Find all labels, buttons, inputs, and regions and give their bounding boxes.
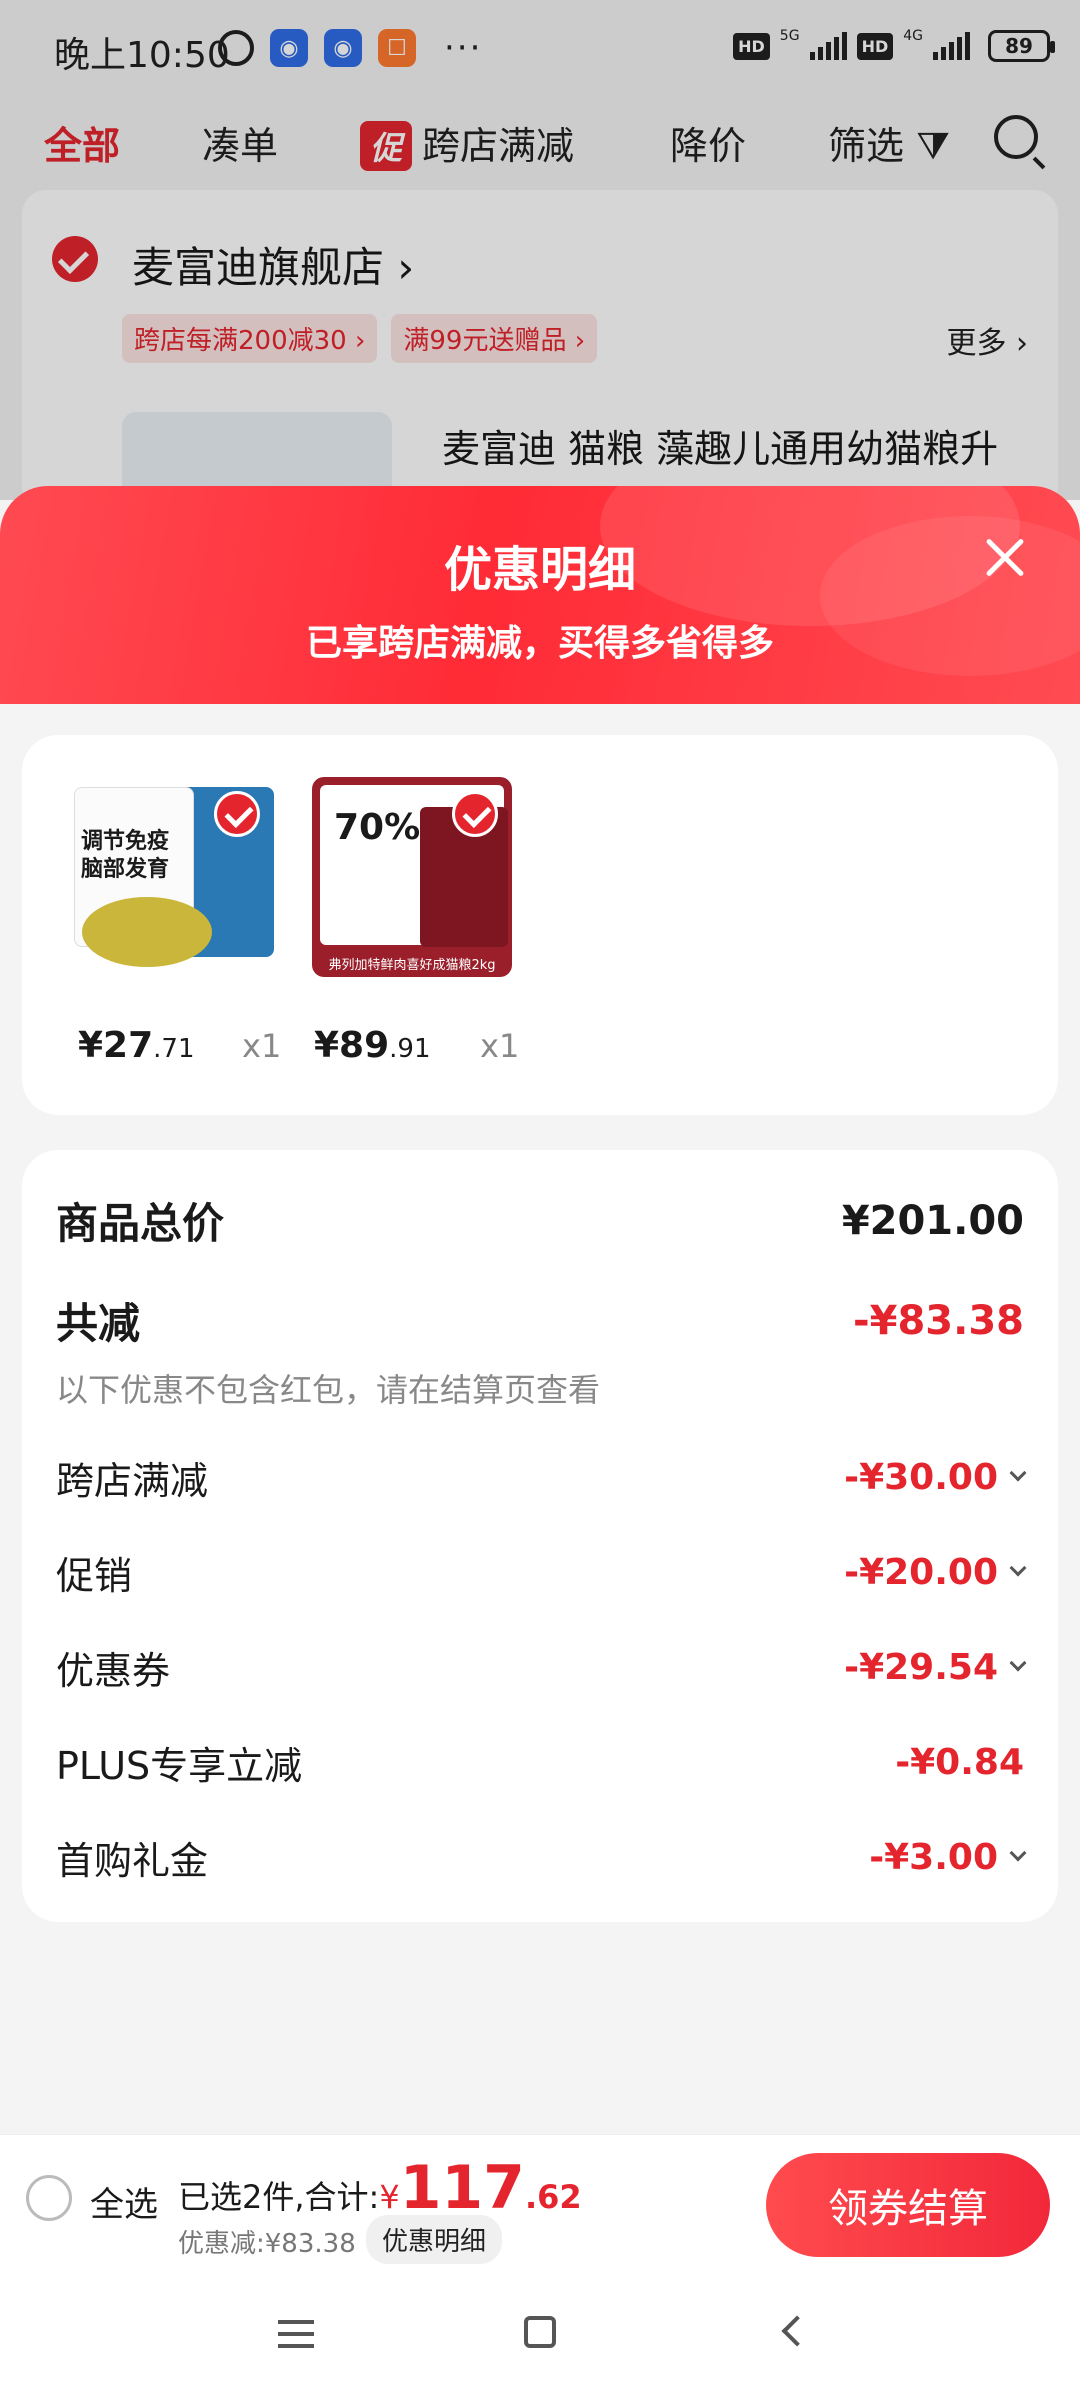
discount-summary: 优惠减:¥83.38 — [178, 2229, 356, 2259]
discount-sheet-header: 优惠明细 已享跨店满减，买得多省得多 — [0, 486, 1080, 706]
discount-item-label: 首购礼金 — [56, 1839, 209, 1883]
discount-item-label: 促销 — [56, 1554, 133, 1598]
selected-products-card: 调节免疫 脑部发育 ¥27.71 x1 70% 弗列加特鲜肉喜好成猫粮2kg ¥8… — [22, 735, 1058, 1115]
product-price: ¥89.91 — [314, 1025, 431, 1066]
total-discount-row: 共减 -¥83.38 — [56, 1290, 1024, 1351]
discount-item-row: PLUS专享立减 -¥0.84 — [56, 1735, 1024, 1790]
discount-detail-button[interactable]: 优惠明细 — [366, 2215, 503, 2264]
selected-total: 已选2件,合计:¥117.62 — [178, 2153, 582, 2223]
chevron-down-icon — [1009, 1464, 1027, 1481]
discount-item-row[interactable]: 跨店满减 -¥30.00 — [56, 1450, 1027, 1505]
total-discount-value: -¥83.38 — [853, 1297, 1024, 1344]
total-price-row: 商品总价 ¥201.00 — [56, 1190, 1024, 1251]
product-price: ¥27.71 — [78, 1025, 195, 1066]
total-discount-label: 共减 — [56, 1299, 141, 1348]
selected-check-icon — [452, 791, 498, 837]
discount-item-value: -¥29.54 — [844, 1647, 1027, 1688]
discount-item-value: -¥0.84 — [895, 1742, 1024, 1783]
chevron-down-icon — [1009, 1844, 1027, 1861]
product-image-caption: 弗列加特鲜肉喜好成猫粮2kg — [328, 958, 496, 973]
select-all-checkbox[interactable] — [26, 2175, 72, 2221]
discount-item-value: -¥20.00 — [844, 1552, 1027, 1593]
discount-item-value: -¥30.00 — [844, 1457, 1027, 1498]
selected-check-icon — [214, 791, 260, 837]
total-price-value: ¥201.00 — [841, 1197, 1024, 1244]
checkout-bar: 全选 已选2件,合计:¥117.62 优惠减:¥83.38 优惠明细 领券结算 — [0, 2134, 1080, 2272]
discount-item-label: 优惠券 — [56, 1649, 171, 1693]
product-image-text: 70% — [334, 807, 421, 848]
price-summary-card: 商品总价 ¥201.00 共减 -¥83.38 以下优惠不包含红包，请在结算页查… — [22, 1150, 1058, 1922]
discount-note: 以下优惠不包含红包，请在结算页查看 — [56, 1371, 601, 1409]
chevron-down-icon — [1009, 1559, 1027, 1576]
product-image-catfood-adult[interactable]: 70% 弗列加特鲜肉喜好成猫粮2kg — [312, 777, 512, 977]
chevron-down-icon — [1009, 1654, 1027, 1671]
sheet-title: 优惠明细 — [443, 542, 636, 598]
overlay-mask[interactable] — [0, 0, 1080, 500]
menu-icon[interactable] — [278, 2320, 314, 2348]
product-quantity: x1 — [480, 1027, 520, 1065]
discount-item-row[interactable]: 优惠券 -¥29.54 — [56, 1640, 1027, 1695]
select-all-label[interactable]: 全选 — [90, 2177, 158, 2226]
product-quantity: x1 — [242, 1027, 282, 1065]
home-icon[interactable] — [524, 2316, 556, 2348]
total-price-label: 商品总价 — [56, 1199, 225, 1248]
discount-item-row[interactable]: 促销 -¥20.00 — [56, 1545, 1027, 1600]
discount-item-label: PLUS专享立减 — [56, 1744, 303, 1788]
discount-item-value: -¥3.00 — [869, 1837, 1027, 1878]
back-icon[interactable] — [781, 2315, 813, 2347]
sheet-subtitle: 已享跨店满减，买得多省得多 — [305, 623, 774, 664]
system-nav-bar — [0, 2272, 1080, 2400]
checkout-button[interactable]: 领券结算 — [766, 2153, 1050, 2257]
discount-item-row[interactable]: 首购礼金 -¥3.00 — [56, 1830, 1027, 1885]
discount-item-label: 跨店满减 — [56, 1459, 209, 1503]
close-icon[interactable] — [970, 522, 1040, 592]
product-image-catfood-kitten[interactable]: 调节免疫 脑部发育 — [74, 777, 274, 977]
